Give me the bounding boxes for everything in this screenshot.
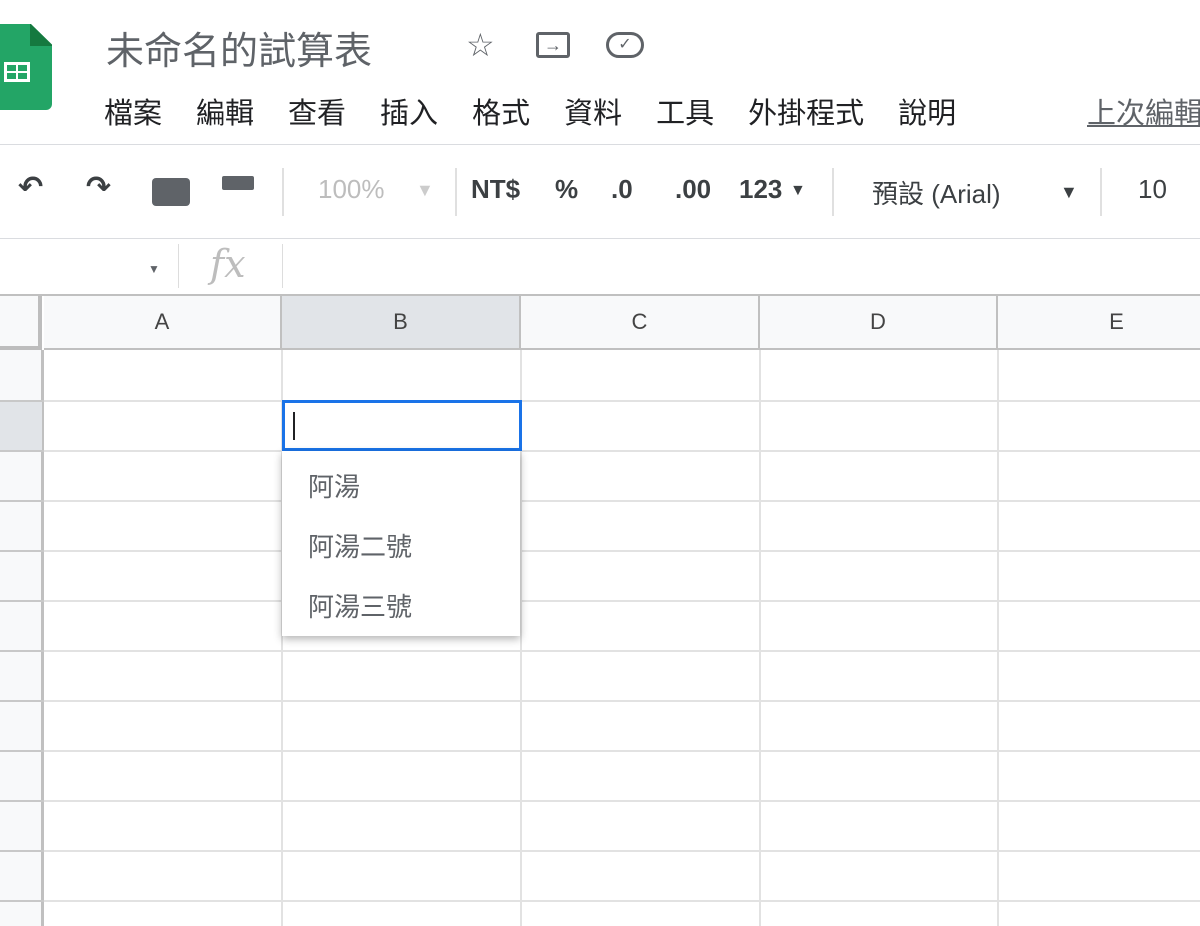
menu-bar: 檔案 編輯 查看 插入 格式 資料 工具 外掛程式 說明 (104, 90, 956, 132)
select-all-corner[interactable] (0, 296, 42, 350)
fx-icon: fx (210, 242, 246, 286)
row-header-divider (0, 900, 44, 902)
divider (282, 168, 284, 216)
menu-tools[interactable]: 工具 (656, 90, 714, 132)
last-edit-link[interactable]: 上次編輯 (1087, 90, 1200, 132)
row-gridline (0, 900, 1200, 902)
text-caret (293, 412, 295, 440)
menu-file[interactable]: 檔案 (104, 90, 162, 132)
column-header-a[interactable]: A (44, 296, 282, 350)
row-header-divider (0, 850, 44, 852)
chevron-down-icon: ▼ (790, 182, 806, 199)
divider (832, 168, 834, 216)
chevron-down-icon: ▼ (148, 262, 160, 276)
menu-data[interactable]: 資料 (564, 90, 622, 132)
row-gridline (0, 700, 1200, 702)
row-gridline (0, 600, 1200, 602)
move-to-folder-icon[interactable]: → (536, 32, 570, 58)
divider (0, 238, 1200, 239)
row-header-divider (0, 650, 44, 652)
row-gridline (0, 400, 1200, 402)
zoom-select[interactable]: 100% (318, 174, 385, 205)
column-gridline (997, 350, 999, 926)
autocomplete-dropdown: 阿湯 阿湯二號 阿湯三號 (282, 451, 520, 636)
menu-addons[interactable]: 外掛程式 (748, 90, 864, 132)
divider (1100, 168, 1102, 216)
cell-editor-b2[interactable] (282, 400, 522, 451)
menu-help[interactable]: 說明 (898, 90, 956, 132)
toolbar: ↶ ↷ 100% ▼ NT$ % .0 .00 123 ▼ 預設 (Arial)… (0, 160, 1200, 224)
chevron-down-icon: ▼ (416, 180, 434, 200)
row-gridline (0, 550, 1200, 552)
divider (282, 244, 283, 288)
divider (455, 168, 457, 216)
row-header-divider (0, 400, 44, 402)
row-header-divider (0, 800, 44, 802)
sheets-logo[interactable] (0, 24, 52, 110)
menu-insert[interactable]: 插入 (380, 90, 438, 132)
star-icon[interactable]: ☆ (466, 26, 495, 64)
dropdown-option[interactable]: 阿湯 (282, 455, 520, 515)
row-header-divider (0, 450, 44, 452)
currency-button[interactable]: NT$ (471, 174, 520, 205)
row-gridline (0, 650, 1200, 652)
increase-decimal-button[interactable]: .00 (675, 174, 711, 205)
column-header-d[interactable]: D (760, 296, 998, 350)
row-gridline (0, 750, 1200, 752)
column-header-b[interactable]: B (282, 296, 521, 350)
number-format-button[interactable]: 123 (739, 174, 782, 205)
column-header-e[interactable]: E (998, 296, 1200, 350)
redo-icon[interactable]: ↷ (86, 170, 111, 205)
chevron-down-icon: ▼ (1060, 182, 1078, 202)
paint-format-icon[interactable] (222, 176, 254, 190)
divider (178, 244, 179, 288)
menu-edit[interactable]: 編輯 (196, 90, 254, 132)
row-header-divider (0, 500, 44, 502)
undo-icon[interactable]: ↶ (18, 170, 43, 205)
row-header-divider (0, 600, 44, 602)
row-gridline (0, 450, 1200, 452)
menu-view[interactable]: 查看 (288, 90, 346, 132)
row-gridline (0, 500, 1200, 502)
cloud-saved-icon[interactable]: ✓ (606, 32, 644, 58)
document-title[interactable]: 未命名的試算表 (106, 20, 372, 75)
formula-input[interactable] (290, 244, 1200, 288)
column-header-c[interactable]: C (521, 296, 760, 350)
row-header-divider (0, 750, 44, 752)
column-gridline (759, 350, 761, 926)
row-header-selected[interactable] (0, 401, 42, 450)
dropdown-option[interactable]: 阿湯二號 (282, 515, 520, 575)
menu-format[interactable]: 格式 (472, 90, 530, 132)
dropdown-option[interactable]: 阿湯三號 (282, 575, 520, 635)
percent-button[interactable]: % (555, 174, 578, 205)
row-header-divider (0, 550, 44, 552)
print-icon[interactable] (152, 178, 190, 206)
divider (0, 144, 1200, 145)
decrease-decimal-button[interactable]: .0 (611, 174, 633, 205)
row-gridline (0, 850, 1200, 852)
row-gridline (0, 800, 1200, 802)
font-select[interactable]: 預設 (Arial) (872, 174, 1001, 211)
font-size-input[interactable]: 10 (1138, 174, 1167, 205)
row-header-divider (0, 700, 44, 702)
